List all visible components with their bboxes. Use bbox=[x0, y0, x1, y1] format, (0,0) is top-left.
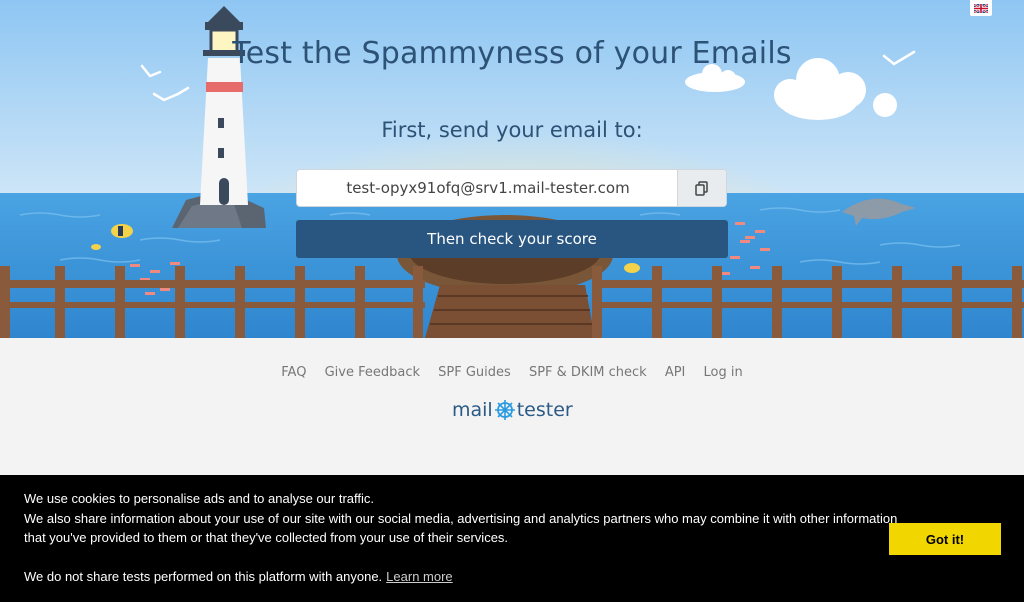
logo-text-tester: tester bbox=[516, 399, 573, 421]
copy-icon bbox=[695, 181, 708, 196]
accept-cookies-button[interactable]: Got it! bbox=[889, 523, 1001, 555]
footer-nav: FAQ Give Feedback SPF Guides SPF & DKIM … bbox=[0, 365, 1024, 380]
email-address-input[interactable] bbox=[297, 170, 679, 206]
footer-link-faq[interactable]: FAQ bbox=[281, 365, 306, 380]
cookie-banner: We use cookies to personalise ads and to… bbox=[0, 475, 1024, 602]
cookie-line-2: We also share information about your use… bbox=[24, 510, 898, 546]
page-title: Test the Spammyness of your Emails bbox=[232, 36, 792, 71]
check-score-button[interactable]: Then check your score bbox=[296, 220, 728, 258]
email-address-field bbox=[296, 169, 727, 207]
footer-link-api[interactable]: API bbox=[665, 365, 686, 380]
cookie-line-3: We do not share tests performed on this … bbox=[24, 567, 904, 587]
logo-text-mail: mail bbox=[452, 399, 493, 421]
footer-link-spf-guides[interactable]: SPF Guides bbox=[438, 365, 511, 380]
mail-tester-logo[interactable]: mail tester bbox=[452, 397, 573, 423]
instruction-text: First, send your email to: bbox=[381, 118, 643, 142]
footer-link-login[interactable]: Log in bbox=[704, 365, 743, 380]
cookie-line-1: We use cookies to personalise ads and to… bbox=[24, 491, 374, 506]
ship-wheel-icon bbox=[494, 400, 515, 420]
copy-button[interactable] bbox=[677, 170, 726, 206]
cookie-text: We use cookies to personalise ads and to… bbox=[24, 489, 904, 586]
cookie-privacy-text: We do not share tests performed on this … bbox=[24, 568, 383, 584]
learn-more-link[interactable]: Learn more bbox=[386, 569, 452, 584]
uk-flag-icon[interactable] bbox=[970, 0, 992, 16]
footer-link-feedback[interactable]: Give Feedback bbox=[325, 365, 420, 380]
footer-link-spf-dkim-check[interactable]: SPF & DKIM check bbox=[529, 365, 647, 380]
hero-section: Test the Spammyness of your Emails First… bbox=[0, 0, 1024, 338]
